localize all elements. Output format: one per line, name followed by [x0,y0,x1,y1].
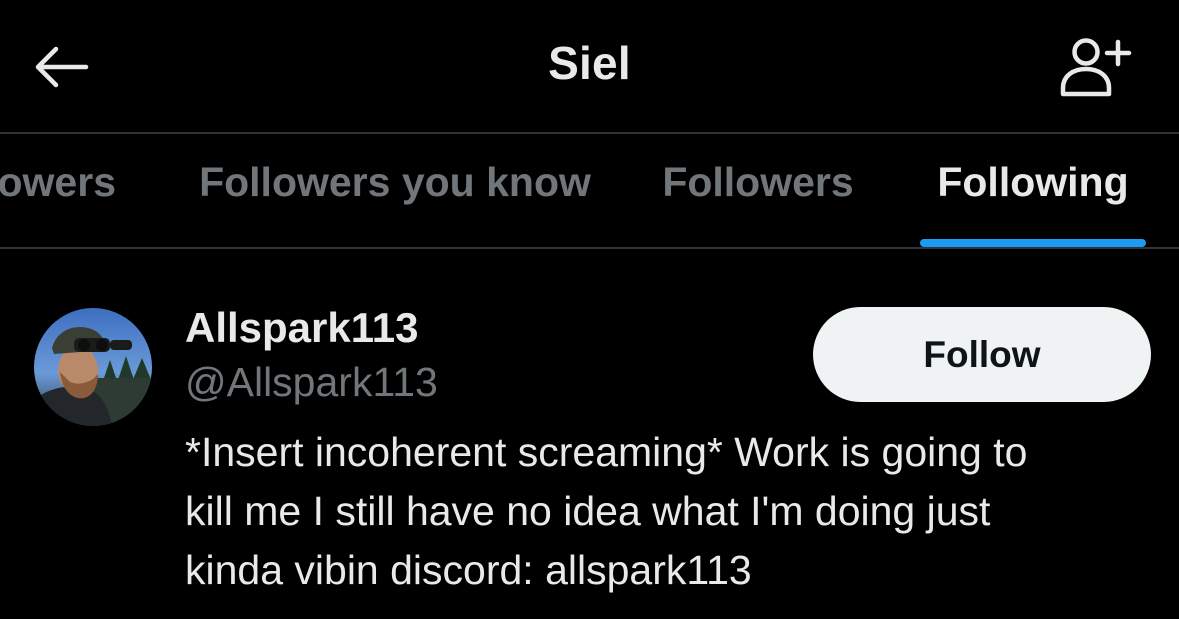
page-title: Siel [548,37,631,89]
top-app-bar: Siel [0,0,1179,132]
avatar-photo [34,308,152,426]
back-button[interactable] [22,32,98,102]
person-add-icon [1060,38,1132,97]
tab-label: Following [937,159,1129,205]
tab-label: Followers you know [199,159,591,205]
tab-label: Followers [662,159,854,205]
tab-followers-you-know[interactable]: Followers you know [186,134,604,247]
tab-followers[interactable]: Followers [652,134,864,247]
follow-button[interactable]: Follow [813,307,1151,402]
user-bio: *Insert incoherent screaming* Work is go… [185,429,1028,593]
user-list-item[interactable]: Allspark113 @Allspark113 Follow *Insert … [0,249,1179,619]
avatar[interactable] [34,308,152,426]
add-user-button[interactable] [1052,28,1142,104]
tab-following[interactable]: Following [918,134,1148,247]
arrow-left-icon [35,46,89,88]
tab-label: owers [0,159,116,205]
display-name[interactable]: Allspark113 [185,304,419,352]
tab-verified-followers[interactable]: owers [0,134,120,247]
active-tab-indicator [920,239,1146,247]
user-handle[interactable]: @Allspark113 [185,359,438,406]
tab-bar: owers Followers you know Followers Follo… [0,134,1179,247]
